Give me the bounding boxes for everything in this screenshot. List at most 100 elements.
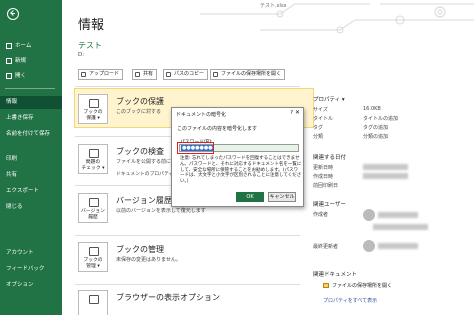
sidebar-item-feedback[interactable]: フィードバック xyxy=(0,263,62,276)
sidebar-item-label: 開く xyxy=(15,73,27,79)
sidebar-divider xyxy=(5,88,55,89)
properties-heading[interactable]: プロパティ ▾ xyxy=(313,95,345,103)
sidebar-item-options[interactable]: オプション xyxy=(0,279,62,292)
divider xyxy=(75,86,300,87)
manage-workbook-caption: ブックの 管理 ▾ xyxy=(83,258,103,269)
related-docs-heading: 関連ドキュメント xyxy=(313,272,358,278)
avatar xyxy=(363,209,375,221)
protect-workbook-caption: ブックの 保護 ▾ xyxy=(83,110,103,121)
window-filename: テスト.xlsx xyxy=(260,3,287,9)
document-path: D: xyxy=(78,52,85,58)
dialog-message: このファイルの内容を暗号化します xyxy=(177,126,258,132)
sidebar-item-export[interactable]: エクスポート xyxy=(0,185,62,198)
sidebar-item-label: 上書き保存 xyxy=(6,115,34,121)
users-heading: 関連ユーザー xyxy=(313,202,346,208)
folder-open-icon xyxy=(6,72,12,79)
divider xyxy=(75,284,300,285)
section-title: ブラウザーの表示オプション xyxy=(116,293,220,302)
sidebar-item-print[interactable]: 印刷 xyxy=(0,153,62,166)
upload-button[interactable]: アップロード xyxy=(78,69,124,80)
close-icon[interactable]: ✕ xyxy=(295,109,300,116)
backstage-sidebar: ホーム 新規 開く 情報 上書き保存 名前を付けて保存 印刷 共有 エクスポート… xyxy=(0,0,62,315)
home-icon xyxy=(6,42,12,49)
open-location-button[interactable]: ファイルの保存場所を開く xyxy=(210,69,286,80)
property-value[interactable]: 分類の追加 xyxy=(363,133,388,140)
section-title: ブックの管理 xyxy=(116,245,164,254)
divider xyxy=(75,235,300,236)
user-name-redacted xyxy=(378,243,418,249)
help-icon[interactable]: ? xyxy=(290,110,293,116)
upload-button-label: アップロード xyxy=(89,71,120,77)
sidebar-item-info[interactable]: 情報 xyxy=(0,96,62,109)
share-button-label: 共有 xyxy=(143,71,154,77)
manage-workbook-button[interactable]: ブックの 管理 ▾ xyxy=(78,242,108,272)
avatar xyxy=(363,240,375,252)
show-all-properties-link[interactable]: プロパティをすべて表示 xyxy=(323,297,377,304)
sidebar-item-label: ホーム xyxy=(15,43,32,49)
sidebar-item-new[interactable]: 新規 xyxy=(0,55,62,68)
sidebar-item-label: アカウント xyxy=(6,250,34,256)
manage-icon xyxy=(89,247,99,256)
dialog-warning-note: 注意: 忘れてしまったパスワードを回復することはできません。パスワードと、それに… xyxy=(180,156,302,185)
user-name-redacted xyxy=(378,212,418,218)
property-value[interactable]: タグの追加 xyxy=(363,124,388,131)
sidebar-item-label: 印刷 xyxy=(6,156,18,162)
user-label: 作成者 xyxy=(313,212,329,218)
section-title: ブックの保護 xyxy=(116,97,164,106)
open-file-location-link[interactable]: ファイルの保存場所を開く xyxy=(323,282,392,289)
link-icon xyxy=(166,72,171,77)
date-label: 更新日時 xyxy=(313,165,334,171)
sidebar-item-save-as[interactable]: 名前を付けて保存 xyxy=(0,128,62,141)
sidebar-item-label: 情報 xyxy=(6,99,18,105)
back-arrow-icon[interactable] xyxy=(7,8,19,20)
page-title: 情報 xyxy=(78,18,105,33)
copy-path-button-label: パスのコピー xyxy=(174,71,205,77)
date-value-redacted xyxy=(363,173,408,179)
upload-icon xyxy=(81,72,86,77)
property-label: 分類 xyxy=(313,134,324,140)
check-issues-button[interactable]: 問題の チェック ▾ xyxy=(78,144,108,174)
section-description: ファイルを公開する前に xyxy=(116,159,172,165)
folder-icon xyxy=(323,283,329,288)
sidebar-item-share[interactable]: 共有 xyxy=(0,169,62,182)
version-history-button[interactable]: バージョン履歴 xyxy=(78,193,108,223)
share-icon xyxy=(135,72,140,77)
sidebar-item-label: 名前を付けて保存 xyxy=(6,131,51,137)
properties-panel: プロパティ ▾ サイズ 16.0KB タイトル タイトルの追加 タグ タグの追加… xyxy=(313,0,474,315)
share-button[interactable]: 共有 xyxy=(132,69,158,80)
sidebar-item-home[interactable]: ホーム xyxy=(0,40,62,53)
sidebar-item-label: エクスポート xyxy=(6,188,39,194)
document-title: テスト xyxy=(78,41,102,50)
open-location-button-label: ファイルの保存場所を開く xyxy=(221,71,282,77)
property-label: サイズ xyxy=(313,107,328,113)
sidebar-item-label: 閉じる xyxy=(6,204,23,210)
section-title: ブックの検査 xyxy=(116,147,164,156)
user-name-redacted xyxy=(373,224,428,230)
version-history-caption: バージョン履歴 xyxy=(81,209,105,220)
cancel-button[interactable]: キャンセル xyxy=(268,192,296,202)
encrypt-document-dialog: ドキュメントの暗号化 ? ✕ このファイルの内容を暗号化します パスワード(R)… xyxy=(171,107,304,207)
section-description: 以前のバージョンを表示して復元します xyxy=(116,208,206,214)
sidebar-item-label: 共有 xyxy=(6,172,18,178)
property-value: 16.0KB xyxy=(363,106,381,112)
lock-icon xyxy=(89,99,99,108)
sidebar-item-save[interactable]: 上書き保存 xyxy=(0,112,62,125)
sidebar-item-open[interactable]: 開く xyxy=(0,70,62,83)
sidebar-item-label: フィードバック xyxy=(6,266,45,272)
open-file-location-label: ファイルの保存場所を開く xyxy=(332,283,393,289)
browser-options-button[interactable] xyxy=(78,290,108,315)
browser-icon xyxy=(89,295,99,304)
section-title: バージョン履歴 xyxy=(116,196,172,205)
dialog-title: ドキュメントの暗号化 xyxy=(176,112,227,118)
date-value-redacted xyxy=(363,164,408,170)
check-issues-caption: 問題の チェック ▾ xyxy=(81,160,105,171)
dates-heading: 関連する日付 xyxy=(313,155,347,161)
sidebar-item-close[interactable]: 閉じる xyxy=(0,201,62,214)
section-description: このブックに対する xyxy=(116,109,162,115)
copy-path-button[interactable]: パスのコピー xyxy=(163,69,209,80)
section-description: 未保存の変更はありません。 xyxy=(116,257,181,263)
protect-workbook-button[interactable]: ブックの 保護 ▾ xyxy=(78,94,108,124)
ok-button[interactable]: OK xyxy=(236,192,264,202)
property-value[interactable]: タイトルの追加 xyxy=(363,115,398,122)
sidebar-item-account[interactable]: アカウント xyxy=(0,247,62,260)
